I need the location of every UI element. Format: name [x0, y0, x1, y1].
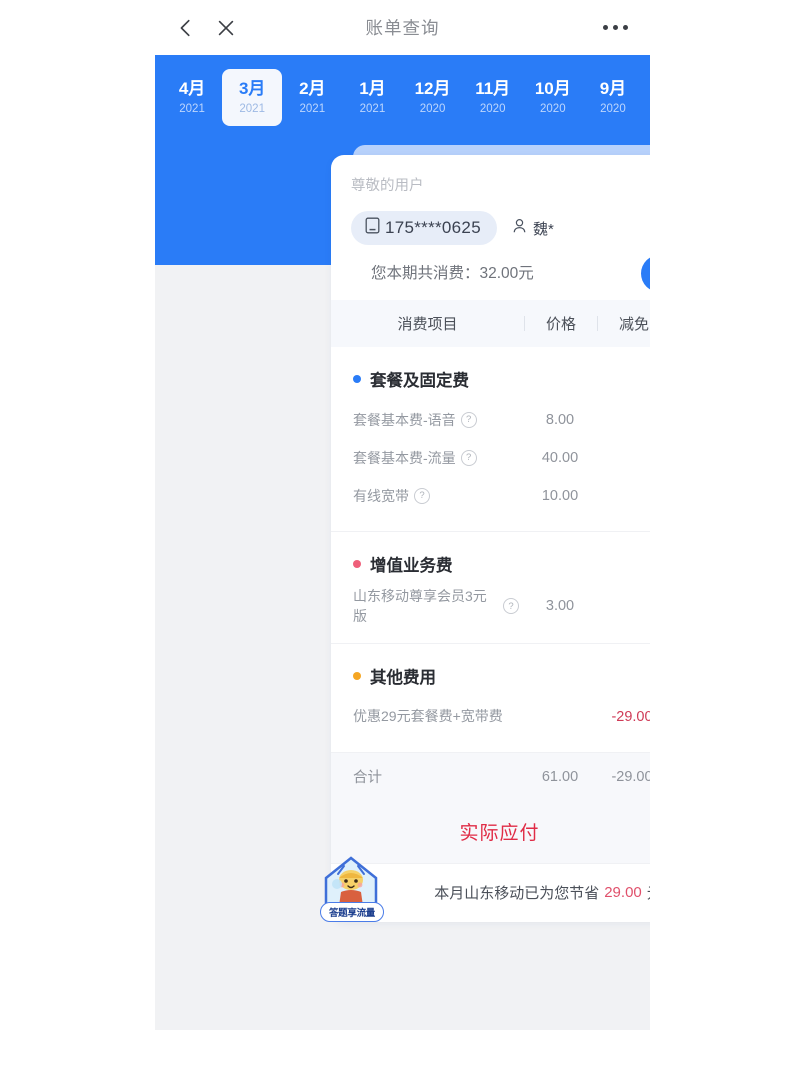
row-label-cell: 优惠29元套餐费+宽带费 [331, 706, 524, 726]
savings-suffix: 元 [647, 882, 650, 903]
bill-guide-button[interactable]: 账单阅读指南 [641, 255, 650, 292]
help-icon[interactable]: ? [460, 449, 477, 466]
table-row: 套餐基本费-流量 ? 40.00 40.00 [331, 439, 650, 477]
section-title-row: 其他费用 [331, 644, 650, 698]
month-tab-5[interactable]: 11月 2020 [463, 69, 523, 127]
month-label: 3月 [238, 78, 266, 98]
savings-prefix: 本月山东移动已为您节省 [434, 885, 600, 903]
phone-number-text: 175****0625 [385, 218, 481, 237]
help-icon[interactable]: ? [503, 598, 519, 615]
month-label: 12月 [414, 78, 451, 98]
nav-left-controls [155, 17, 237, 39]
month-label: 1月 [359, 78, 386, 98]
row-discount: -29.00 [611, 708, 650, 725]
row-price: 3.00 [545, 598, 575, 615]
row-label-cell: 套餐基本费-语音 ? [331, 410, 524, 430]
year-label: 2020 [419, 102, 446, 115]
chevron-left-icon[interactable] [175, 17, 197, 39]
greeting-row: 尊敬的用户 ★ ★ ★ ★ ★ [351, 171, 650, 197]
bill-section-other: 其他费用 优惠29元套餐费+宽带费 -29.00 -29.00 [331, 642, 650, 752]
table-row: 山东移动尊享会员3元版 ? 3.00 3.00 [331, 586, 650, 643]
section-bullet-icon [353, 560, 361, 568]
payable-label: 实际应付 [459, 823, 540, 845]
month-tab-0[interactable]: 4月 2021 [162, 69, 222, 127]
card-header: 尊敬的用户 ★ ★ ★ ★ ★ 175* [331, 155, 650, 300]
year-label: 2020 [540, 102, 566, 115]
totals-discount: -29.00 [611, 768, 650, 785]
year-label: 2021 [179, 102, 205, 115]
month-label: 4月 [178, 78, 206, 98]
mascot-badge-label: 答题享流量 [320, 902, 384, 922]
month-tab-2[interactable]: 2月 2021 [282, 69, 342, 127]
row-label: 套餐基本费-流量 [353, 449, 456, 466]
month-tab-strip: 4月 2021 3月 2021 2月 2021 1月 2021 12月 2020… [155, 55, 650, 140]
phone-viewport: 账单查询 4月 2021 3月 2021 2月 2021 1月 2021 12月… [155, 0, 650, 1030]
section-title-row: 增值业务费 [331, 532, 650, 586]
close-icon[interactable] [215, 17, 237, 39]
month-tab-7[interactable]: 9月 2020 [583, 69, 643, 127]
top-navigation-bar: 账单查询 [155, 0, 650, 55]
person-icon [512, 218, 527, 239]
spend-summary-text: 您本期共消费：32.00元 [371, 265, 534, 282]
month-tab-1-selected[interactable]: 3月 2021 [222, 68, 283, 127]
year-label: 2021 [239, 102, 265, 115]
user-name-text: 魏* [532, 220, 554, 238]
row-price: 10.00 [541, 488, 579, 504]
month-tab-3[interactable]: 1月 2021 [342, 69, 402, 127]
section-title-row: 套餐及固定费 [331, 347, 650, 401]
table-row: 优惠29元套餐费+宽带费 -29.00 -29.00 [331, 698, 650, 752]
row-label: 有线宽带 [353, 487, 409, 504]
month-label: 10月 [534, 78, 571, 98]
spend-summary-row: 您本期共消费：32.00元 账单阅读指南 [351, 245, 650, 300]
month-tab-6[interactable]: 10月 2020 [523, 69, 583, 127]
column-header-item: 消费项目 [397, 316, 458, 333]
row-label-cell: 有线宽带 ? [331, 486, 524, 506]
totals-row: 合计 61.00 -29.00 32.00 [331, 751, 650, 801]
row-label: 山东移动尊享会员3元版 [353, 588, 487, 625]
column-header-price: 价格 [545, 316, 576, 333]
bill-card: 尊敬的用户 ★ ★ ★ ★ ★ 175* [331, 155, 650, 922]
section-title-text: 其他费用 [370, 668, 436, 687]
year-label: 2021 [359, 102, 386, 115]
year-label: 2020 [479, 102, 506, 115]
phone-number-pill[interactable]: 175****0625 [351, 211, 497, 245]
more-dots-icon[interactable] [603, 25, 628, 30]
section-bullet-icon [353, 375, 361, 383]
help-icon[interactable]: ? [460, 411, 477, 428]
help-icon[interactable]: ? [414, 487, 430, 504]
section-bullet-icon [353, 671, 361, 680]
user-name-group: 魏* [512, 218, 554, 239]
row-label: 套餐基本费-语音 [353, 411, 456, 428]
row-price: 8.00 [545, 412, 575, 428]
totals-price: 61.00 [541, 768, 579, 785]
savings-amount: 29.00 [604, 884, 642, 902]
month-tab-4[interactable]: 12月 2020 [403, 69, 463, 127]
totals-label: 合计 [353, 770, 382, 787]
table-row: 有线宽带 ? 10.00 10.00 [331, 477, 650, 531]
row-price: 40.00 [541, 450, 579, 466]
year-label: 2021 [299, 102, 326, 115]
section-title-text: 增值业务费 [370, 557, 453, 575]
year-label: 2020 [600, 102, 626, 115]
row-label-cell: 山东移动尊享会员3元版 ? [331, 586, 524, 627]
mascot-floating-button[interactable]: 答题享流量 [320, 852, 384, 924]
sim-card-icon [365, 217, 380, 239]
row-label: 优惠29元套餐费+宽带费 [353, 708, 503, 725]
user-info-row: 175****0625 魏* 3月1日至3月31日 [351, 211, 650, 245]
bill-section-package: 套餐及固定费 套餐基本费-语音 ? 8.00 8.00 套餐基本费-流量 ? 4… [331, 347, 650, 531]
table-row: 套餐基本费-语音 ? 8.00 8.00 [331, 401, 650, 439]
bill-section-value-added: 增值业务费 山东移动尊享会员3元版 ? 3.00 3.00 [331, 531, 650, 643]
row-label-cell: 套餐基本费-流量 ? [331, 448, 524, 468]
section-title-text: 套餐及固定费 [370, 372, 469, 390]
month-label: 11月 [475, 78, 511, 98]
column-header-discount: 减免 [618, 316, 649, 333]
month-label: 2月 [299, 78, 326, 98]
greeting-text: 尊敬的用户 [351, 177, 424, 194]
month-label: 9月 [599, 78, 627, 98]
table-header-row: 消费项目 价格 减免 实际消费 [331, 300, 650, 347]
